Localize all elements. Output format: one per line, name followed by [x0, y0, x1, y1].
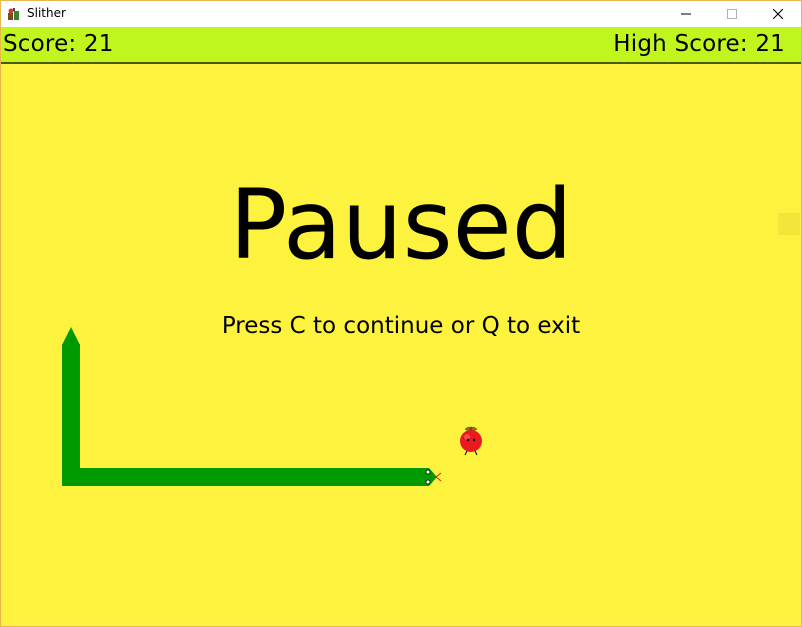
snake-horizontal-body: [62, 468, 426, 486]
game-window: Slither Score: 21 High Score: 21 Paused …: [0, 0, 802, 627]
snake-vertical-body: [62, 344, 80, 486]
apple-icon: [460, 426, 482, 456]
snake-tongue: [435, 472, 442, 478]
pause-instructions: Press C to continue or Q to exit: [221, 313, 581, 339]
paused-heading: Paused: [229, 169, 573, 281]
snake-head: [425, 468, 442, 486]
